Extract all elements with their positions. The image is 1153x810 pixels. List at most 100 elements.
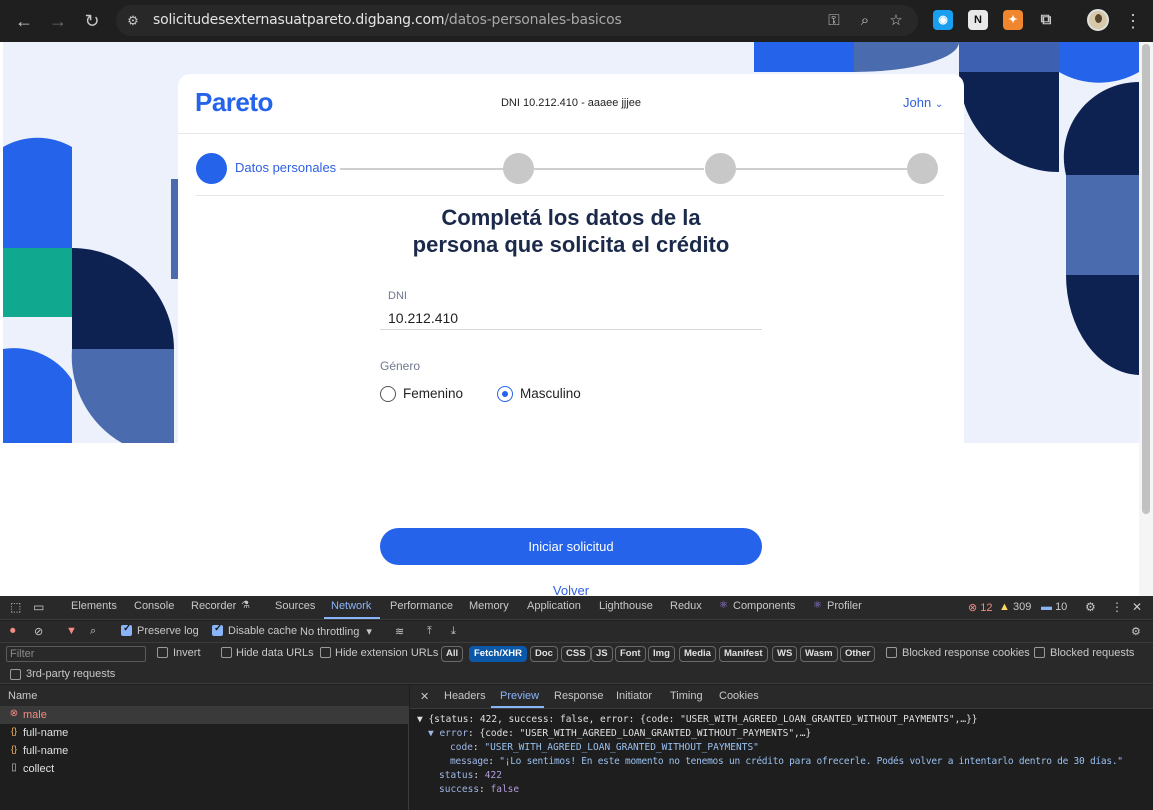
step-2-dot: [503, 153, 534, 184]
back-link[interactable]: Volver: [178, 583, 964, 596]
preview-error-line[interactable]: ▼ error: {code: "USER_WITH_AGREED_LOAN_G…: [428, 728, 811, 739]
zoom-icon[interactable]: ⌕: [855, 11, 875, 31]
tab-sources[interactable]: Sources: [275, 600, 315, 612]
notion-extension-icon[interactable]: N: [968, 10, 988, 30]
disable-cache-checkbox[interactable]: [212, 623, 223, 636]
search-icon[interactable]: ⌕: [90, 625, 96, 638]
tab-recorder[interactable]: Recorder: [191, 600, 236, 612]
address-bar[interactable]: ⚙ solicitudesexternasuatpareto.digbang.c…: [116, 5, 918, 36]
scrollbar-thumb[interactable]: [1142, 44, 1150, 514]
throttling-select[interactable]: No throttling ▾: [300, 625, 372, 638]
detail-tabbar: ✕ Headers Preview Response Initiator Tim…: [410, 685, 1153, 709]
chip-manifest[interactable]: Manifest: [719, 646, 768, 662]
request-row[interactable]: {} full-name: [0, 742, 409, 760]
hide-data-urls-checkbox[interactable]: [221, 647, 232, 658]
page-scrollbar[interactable]: [1139, 42, 1153, 596]
browser-menu-icon[interactable]: ⋮: [1120, 8, 1146, 34]
tab-response[interactable]: Response: [554, 690, 604, 702]
name-column-header[interactable]: Name: [8, 690, 37, 702]
code-key: code: [450, 742, 473, 753]
active-tab-indicator: [491, 706, 544, 708]
tab-timing[interactable]: Timing: [670, 690, 703, 702]
tab-console[interactable]: Console: [134, 600, 174, 612]
tab-performance[interactable]: Performance: [390, 600, 453, 612]
throttling-value: No throttling: [300, 626, 360, 638]
radio-femenino-ring[interactable]: [380, 386, 396, 402]
tab-profiler[interactable]: Profiler: [827, 600, 862, 612]
warning-count-badge[interactable]: ▲ 309: [999, 601, 1031, 613]
chip-font[interactable]: Font: [615, 646, 646, 662]
tab-preview[interactable]: Preview: [500, 690, 539, 702]
record-stop-icon[interactable]: ⏺: [10, 625, 16, 638]
request-name: collect: [23, 763, 55, 775]
chip-img[interactable]: Img: [648, 646, 675, 662]
preview-root-line[interactable]: ▼ {status: 422, success: false, error: {…: [417, 714, 978, 725]
step-1-dot: [196, 153, 227, 184]
network-settings-icon[interactable]: ⚙: [1131, 625, 1141, 638]
extensions-puzzle-icon[interactable]: ⧉: [1036, 10, 1056, 30]
filter-input[interactable]: Filter: [6, 646, 146, 662]
tab-components[interactable]: Components: [733, 600, 795, 612]
metamask-fox-icon[interactable]: ✦: [1003, 10, 1023, 30]
tab-lighthouse[interactable]: Lighthouse: [599, 600, 653, 612]
error-count-badge[interactable]: ⊗ 12: [968, 601, 993, 614]
export-har-icon[interactable]: ⤓: [451, 625, 456, 638]
invert-checkbox[interactable]: [157, 647, 168, 658]
chip-ws[interactable]: WS: [772, 646, 798, 662]
step-1-label: Datos personales: [235, 160, 337, 175]
request-row[interactable]: ▯ collect: [0, 760, 409, 778]
request-row[interactable]: ⊗ male: [0, 706, 409, 724]
tab-headers[interactable]: Headers: [444, 690, 486, 702]
tab-redux[interactable]: Redux: [670, 600, 702, 612]
forward-arrow-icon[interactable]: →: [45, 8, 71, 34]
import-har-icon[interactable]: ⤒: [427, 625, 432, 638]
extension-icon[interactable]: ◉: [933, 10, 953, 30]
radio-masculino-ring[interactable]: [497, 386, 513, 402]
chip-wasm[interactable]: Wasm: [800, 646, 838, 662]
filter-funnel-icon[interactable]: ▼: [66, 625, 77, 637]
chip-css[interactable]: CSS: [561, 646, 591, 662]
tab-application[interactable]: Application: [527, 600, 581, 612]
user-name: John: [903, 95, 932, 110]
start-application-button[interactable]: Iniciar solicitud: [380, 528, 762, 565]
clear-icon[interactable]: ⊘: [34, 625, 43, 638]
tab-initiator[interactable]: Initiator: [616, 690, 652, 702]
blocked-requests-checkbox[interactable]: [1034, 647, 1045, 658]
chip-all[interactable]: All: [441, 646, 464, 662]
third-party-checkbox[interactable]: [10, 669, 21, 680]
request-row[interactable]: {} full-name: [0, 724, 409, 742]
back-link-text[interactable]: Volver: [553, 583, 589, 596]
inspect-element-icon[interactable]: ⬚: [10, 600, 21, 614]
preserve-log-label: Preserve log: [137, 625, 199, 637]
xhr-braces-icon: {}: [10, 726, 17, 736]
reload-icon[interactable]: ↻: [79, 8, 105, 34]
back-arrow-icon[interactable]: ←: [11, 8, 37, 34]
bookmark-star-icon[interactable]: ☆: [886, 11, 906, 31]
tab-network[interactable]: Network: [331, 600, 371, 612]
chip-other[interactable]: Other: [840, 646, 876, 662]
url-text[interactable]: solicitudesexternasuatpareto.digbang.com…: [153, 12, 622, 28]
profile-avatar[interactable]: [1087, 9, 1109, 31]
message-count-badge[interactable]: ▬ 10: [1041, 601, 1067, 613]
close-detail-icon[interactable]: ✕: [420, 690, 429, 703]
password-key-icon[interactable]: ⚿: [824, 11, 844, 31]
chip-doc[interactable]: Doc: [530, 646, 558, 662]
settings-gear-icon[interactable]: ⚙: [1085, 600, 1096, 614]
blocked-cookies-checkbox[interactable]: [886, 647, 897, 658]
close-icon[interactable]: ✕: [1132, 600, 1142, 614]
network-conditions-icon[interactable]: ≋: [395, 625, 404, 638]
tab-elements[interactable]: Elements: [71, 600, 117, 612]
tab-cookies[interactable]: Cookies: [719, 690, 759, 702]
chip-fetch-xhr[interactable]: Fetch/XHR: [469, 646, 528, 662]
preserve-log-checkbox[interactable]: [121, 623, 132, 636]
more-options-icon[interactable]: ⋮: [1111, 600, 1123, 614]
dni-field[interactable]: 10.212.410: [388, 310, 458, 326]
chip-js[interactable]: JS: [591, 646, 613, 662]
site-settings-icon[interactable]: ⚙: [124, 12, 142, 30]
device-toolbar-icon[interactable]: ▭: [33, 600, 44, 614]
hide-extension-urls-checkbox[interactable]: [320, 647, 331, 658]
tab-memory[interactable]: Memory: [469, 600, 509, 612]
preview-status-line: status: 422: [439, 770, 502, 781]
chip-media[interactable]: Media: [679, 646, 716, 662]
user-menu[interactable]: John ⌄: [903, 95, 943, 110]
